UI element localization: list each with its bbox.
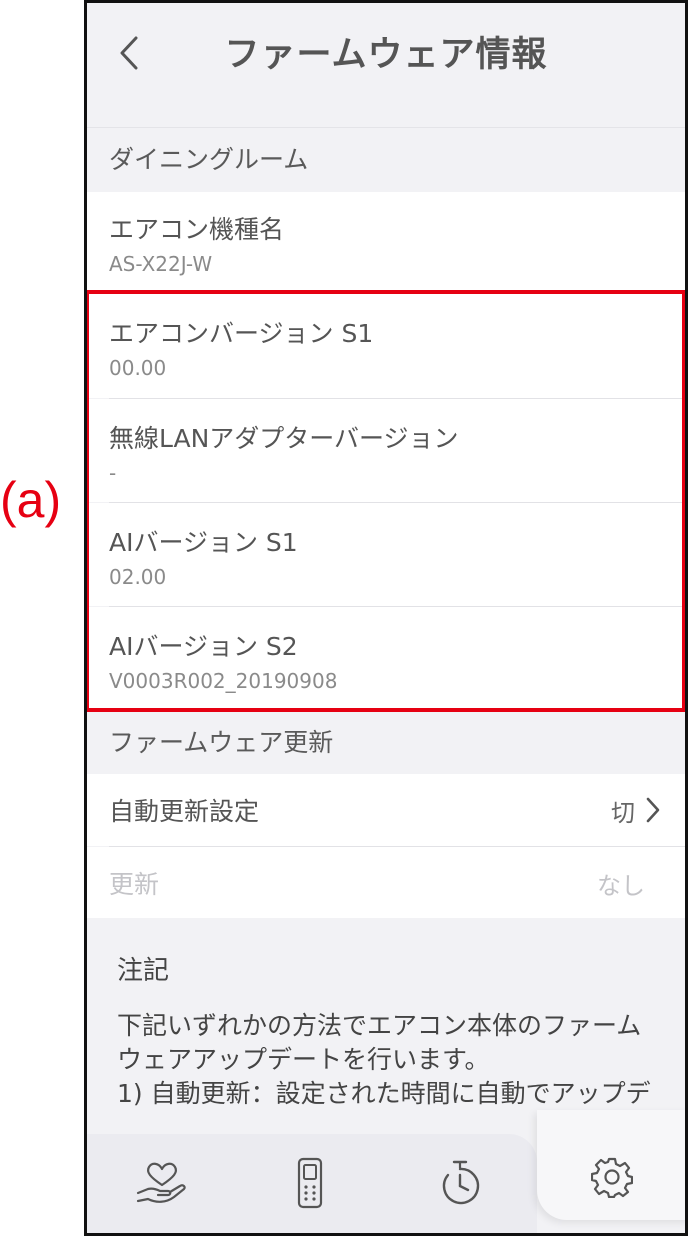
auto-update-setting-row[interactable]: 自動更新設定 切 [87,774,685,846]
notes-line: ウェアアップデートを行います。 [117,1045,490,1074]
notes-body: 下記いずれかの方法でエアコン本体のファーム ウェアアップデートを行います。 1)… [117,1009,657,1110]
update-label: 更新 [109,870,160,899]
info-row-wlan-version: 無線LANアダプターバージョン - [87,399,685,502]
phone-screen: ファームウェア情報 ダイニングルーム エアコン機種名 AS-X22J-W エアコ… [84,0,688,1236]
annotation-label: (a) [0,472,62,528]
info-label: AIバージョン S1 [109,528,298,557]
gear-icon [591,1157,633,1198]
info-label: AIバージョン S2 [109,632,298,661]
room-name: ダイニングルーム [87,129,685,191]
auto-update-label: 自動更新設定 [109,797,260,826]
tab-settings[interactable] [577,1142,647,1212]
firmware-update-section: ファームウェア更新 [87,712,685,774]
info-value: AS-X22J-W [109,252,213,276]
notes-line: 下記いずれかの方法でエアコン本体のファーム [117,1011,642,1040]
update-row: 更新 なし [87,847,685,919]
info-row-ai-s1: AIバージョン S1 02.00 [87,503,685,606]
info-value: 00.00 [109,356,167,380]
info-value: 02.00 [109,565,167,589]
notes-section: 注記 下記いずれかの方法でエアコン本体のファーム ウェアアップデートを行います。… [87,918,685,1110]
info-value: - [109,461,117,485]
info-row-model: エアコン機種名 AS-X22J-W [87,192,685,290]
notes-title: 注記 [117,956,170,986]
notes-line: 1) 自動更新：設定された時間に自動でアップデ [117,1079,651,1108]
tab-care[interactable] [127,1148,197,1218]
update-value: なし [597,871,645,900]
tab-bar [87,1110,685,1233]
phone-top-border [84,0,688,3]
info-label: エアコン機種名 [109,215,285,244]
remote-control-icon [297,1157,323,1209]
info-label: 無線LANアダプターバージョン [109,424,459,453]
info-label: エアコンバージョン S1 [109,319,374,348]
chevron-right-icon [646,797,660,823]
info-value: V0003R002_20190908 [109,669,338,693]
timer-icon [442,1160,480,1205]
info-row-ai-s2: AIバージョン S2 V0003R002_20190908 [87,607,685,710]
tab-timer[interactable] [425,1148,495,1218]
info-row-ac-version: エアコンバージョン S1 00.00 [87,292,685,398]
header: ファームウェア情報 [87,0,685,128]
auto-update-value: 切 [611,798,635,827]
heart-hand-icon [136,1162,186,1203]
page-title: ファームウェア情報 [224,35,548,75]
tab-remote[interactable] [275,1148,345,1218]
